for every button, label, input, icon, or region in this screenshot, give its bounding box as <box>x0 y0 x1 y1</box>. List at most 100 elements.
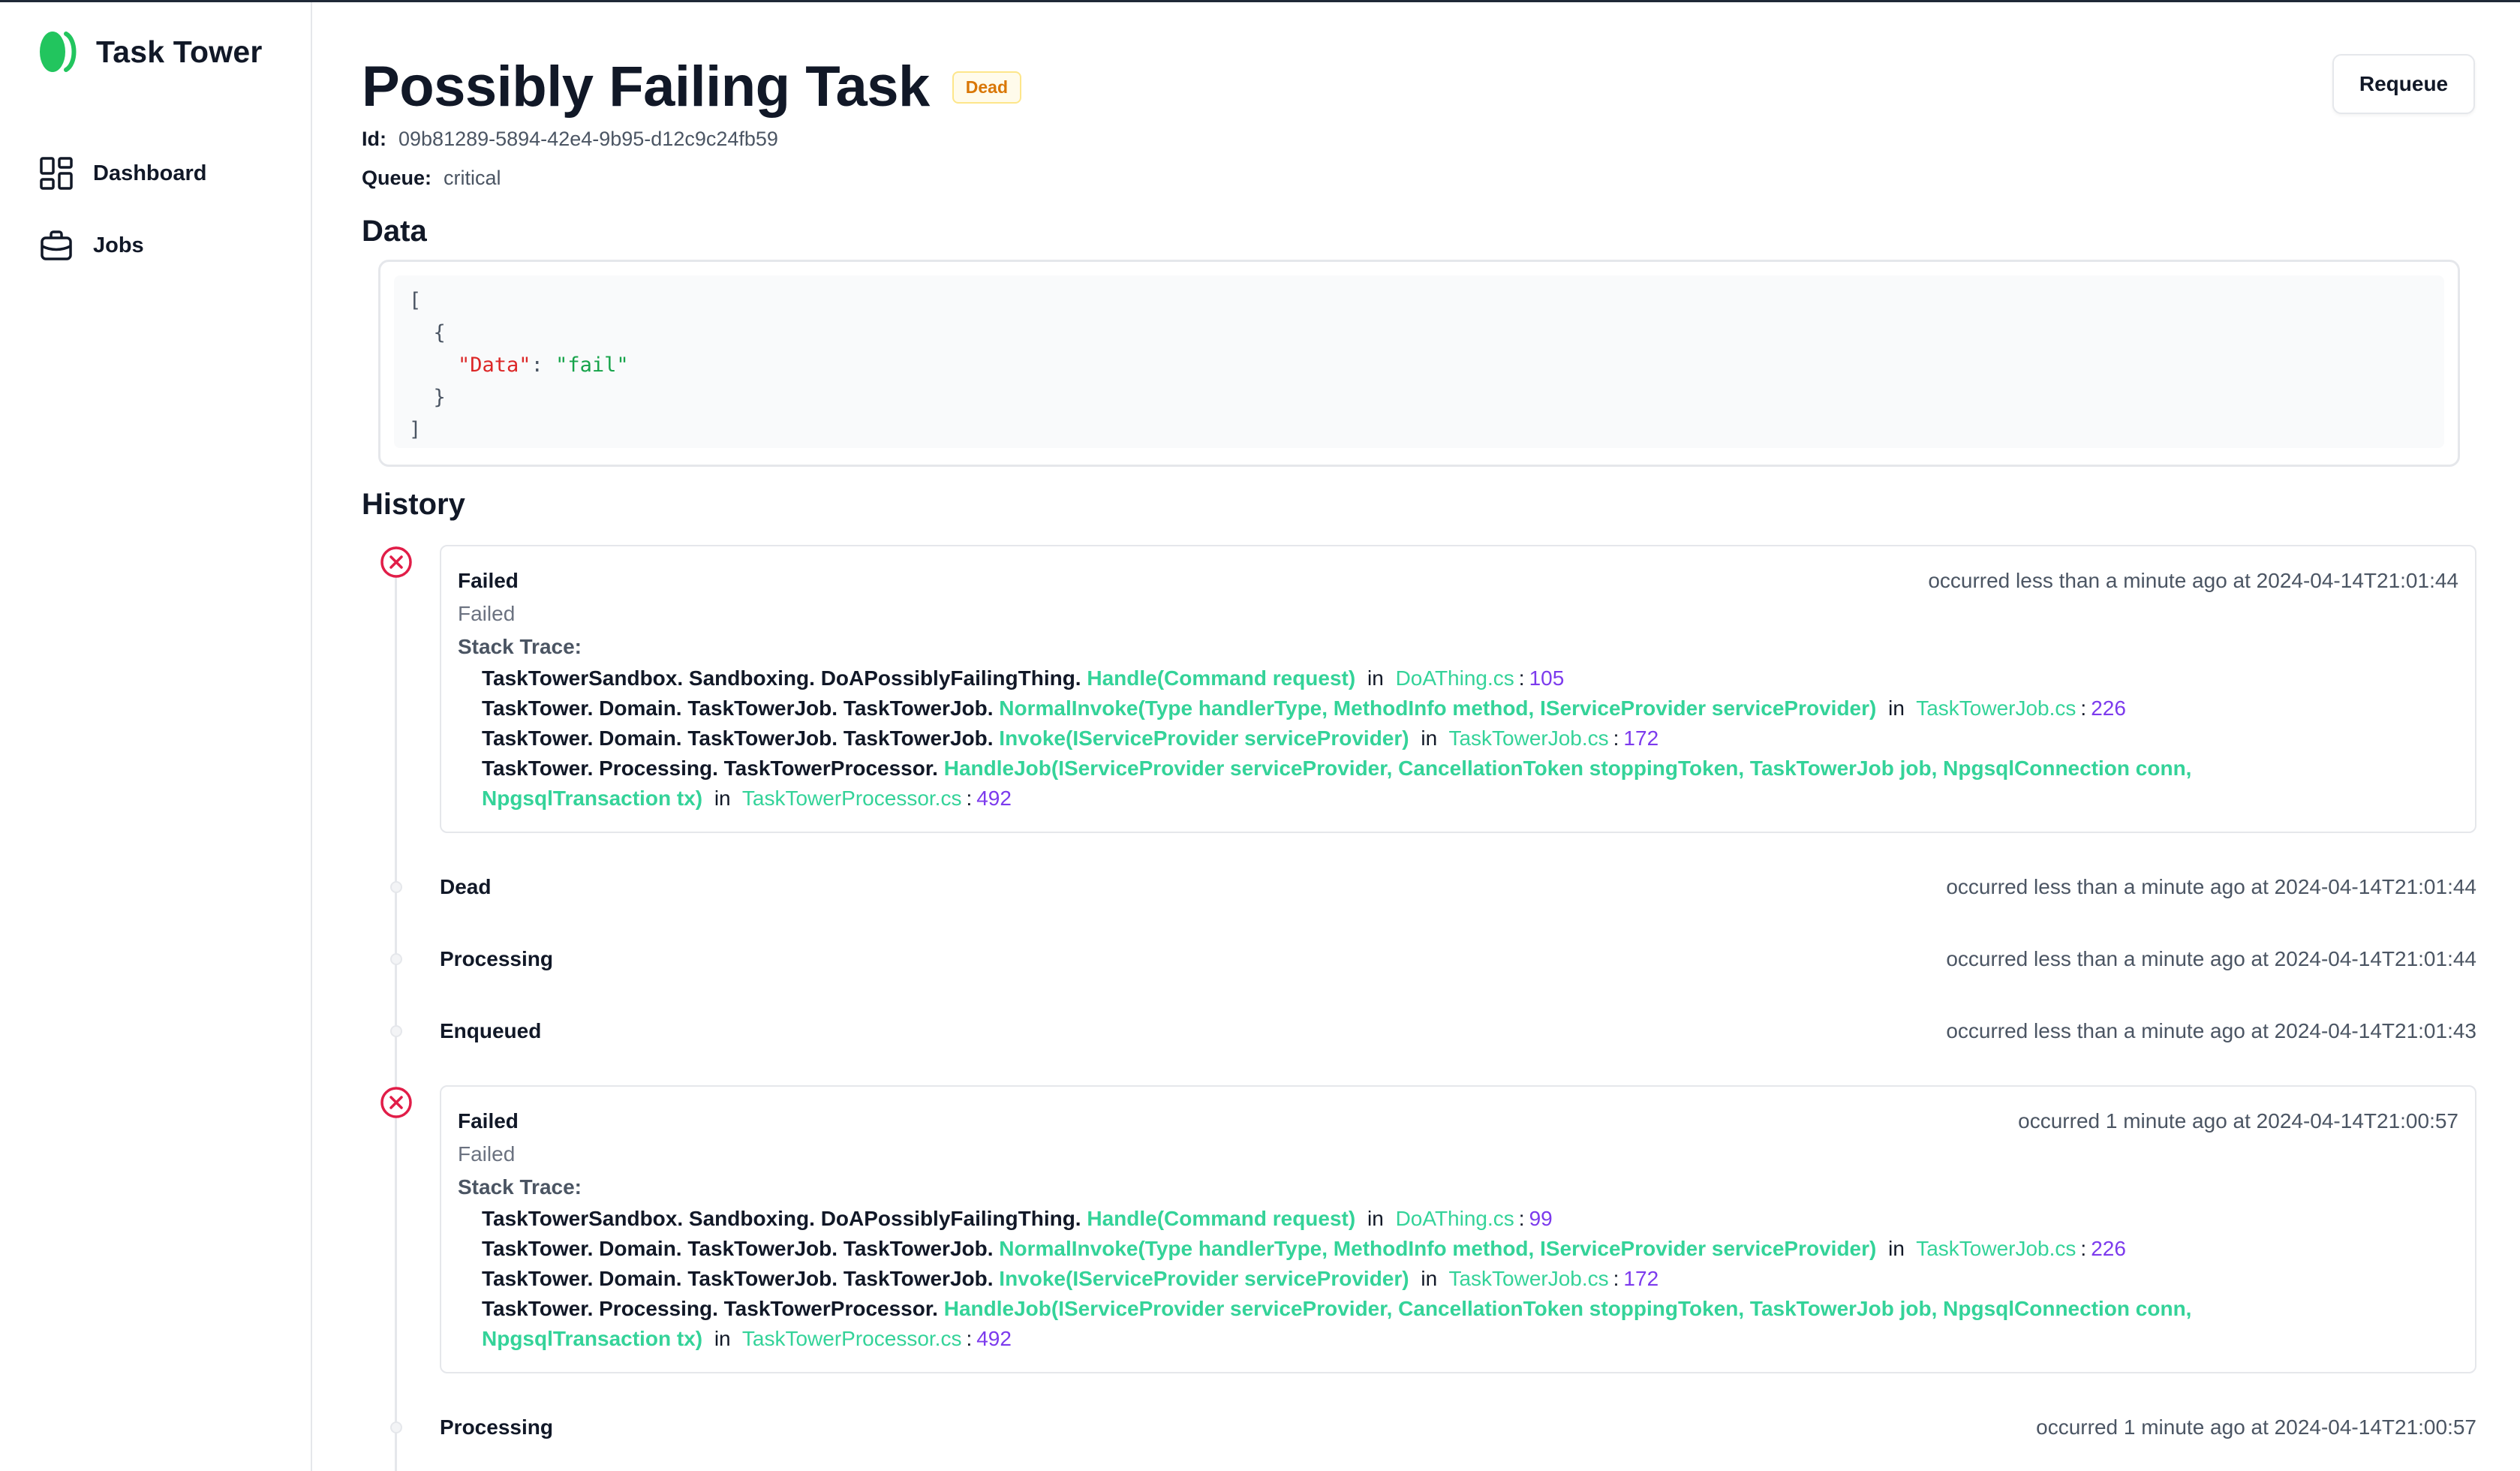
frame-file: TaskTowerProcessor.cs <box>741 1327 962 1350</box>
frame-namespace: TaskTowerSandbox. Sandboxing. DoAPossibl… <box>482 666 1081 690</box>
stack-frame: TaskTower. Domain. TaskTowerJob. TaskTow… <box>482 726 1659 750</box>
frame-file: TaskTowerJob.cs <box>1916 1237 2076 1260</box>
task-queue-row: Queue: critical <box>362 167 501 190</box>
frame-method: Invoke(IServiceProvider serviceProvider) <box>999 1267 1409 1290</box>
frame-method: HandleJob(IServiceProvider serviceProvid… <box>943 1297 2192 1320</box>
requeue-button[interactable]: Requeue <box>2332 54 2475 114</box>
status-badge: Dead <box>952 71 1022 104</box>
task-queue-value: critical <box>444 167 501 189</box>
json-value: "fail" <box>555 353 629 377</box>
brand-name: Task Tower <box>96 34 263 69</box>
frame-file: TaskTowerProcessor.cs <box>741 787 962 810</box>
frame-method-continued: NpgsqlTransaction tx) <box>482 787 703 810</box>
frame-in: in <box>1888 696 1905 720</box>
timeline-dot <box>390 953 402 965</box>
frame-namespace: TaskTower. Domain. TaskTowerJob. TaskTow… <box>482 1267 994 1290</box>
failed-x-icon <box>380 546 412 578</box>
frame-method: HandleJob(IServiceProvider serviceProvid… <box>943 757 2192 780</box>
event-timestamp: occurred less than a minute ago at 2024-… <box>1946 1019 2476 1042</box>
brand[interactable]: Task Tower <box>33 28 263 76</box>
timeline-dot <box>390 1025 402 1037</box>
stack-frame-continued: NpgsqlTransaction tx) in TaskTowerProces… <box>482 1327 1012 1350</box>
task-queue-label: Queue: <box>362 167 432 189</box>
frame-file: DoAThing.cs <box>1395 1207 1514 1230</box>
history-timeline-line <box>395 546 397 1471</box>
sidebar: Task Tower Dashboard Jobs <box>0 2 312 1471</box>
frame-line: 105 <box>1529 666 1565 690</box>
frame-method: NormalInvoke(Type handlerType, MethodInf… <box>999 696 1877 720</box>
frame-in: in <box>1367 1207 1384 1230</box>
title-row: Possibly Failing Task Dead <box>362 54 1022 120</box>
briefcase-icon <box>41 230 72 260</box>
frame-line: 226 <box>2091 696 2126 720</box>
event-title: Dead <box>440 875 492 898</box>
timeline-dot <box>390 1421 402 1433</box>
frame-namespace: TaskTower. Processing. TaskTowerProcesso… <box>482 1297 938 1320</box>
frame-namespace: TaskTower. Processing. TaskTowerProcesso… <box>482 757 938 780</box>
task-id-value: 09b81289-5894-42e4-9b95-d12c9c24fb59 <box>398 128 778 150</box>
sidebar-item-label: Jobs <box>93 233 144 257</box>
history-event-dead: Dead occurred less than a minute ago at … <box>440 871 2476 904</box>
history-event-processing: Processing occurred 1 minute ago at 2024… <box>440 1411 2476 1444</box>
event-timestamp: occurred less than a minute ago at 2024-… <box>1928 569 2458 592</box>
stack-frame: TaskTowerSandbox. Sandboxing. DoAPossibl… <box>482 1207 1553 1230</box>
dashboard-grid-icon <box>40 157 73 190</box>
stack-trace: TaskTowerSandbox. Sandboxing. DoAPossibl… <box>458 663 2458 814</box>
history-event-failed: Failed occurred 1 minute ago at 2024-04-… <box>440 1085 2476 1373</box>
data-json-code: [ { "Data": "fail" } ] <box>394 275 2444 448</box>
event-message: Failed <box>458 1142 516 1166</box>
stack-trace: TaskTowerSandbox. Sandboxing. DoAPossibl… <box>458 1204 2458 1354</box>
history-event-failed: Failed occurred less than a minute ago a… <box>440 545 2476 833</box>
frame-method: Invoke(IServiceProvider serviceProvider) <box>999 726 1409 750</box>
stack-trace-label: Stack Trace: <box>458 635 582 658</box>
history-heading: History <box>362 488 465 521</box>
stack-frame: TaskTower. Domain. TaskTowerJob. TaskTow… <box>482 696 2126 720</box>
data-heading: Data <box>362 215 427 248</box>
history-event-enqueued: Enqueued occurred less than a minute ago… <box>440 1015 2476 1048</box>
event-title: Processing <box>440 947 553 970</box>
frame-line: 172 <box>1623 726 1659 750</box>
task-tower-logo-icon <box>40 32 77 72</box>
data-json-viewer[interactable]: [ { "Data": "fail" } ] <box>378 260 2460 467</box>
stack-trace-label: Stack Trace: <box>458 1175 582 1199</box>
frame-namespace: TaskTower. Domain. TaskTowerJob. TaskTow… <box>482 1237 994 1260</box>
stack-frame: TaskTower. Processing. TaskTowerProcesso… <box>482 1294 2458 1324</box>
frame-in: in <box>1367 666 1384 690</box>
stack-frame-continued: NpgsqlTransaction tx) in TaskTowerProces… <box>482 787 1012 810</box>
frame-file: TaskTowerJob.cs <box>1916 696 2076 720</box>
sidebar-item-label: Dashboard <box>93 161 207 185</box>
frame-in: in <box>714 787 731 810</box>
frame-in: in <box>1421 1267 1438 1290</box>
frame-line: 99 <box>1529 1207 1553 1230</box>
frame-file: TaskTowerJob.cs <box>1448 726 1609 750</box>
stack-frame: TaskTower. Domain. TaskTowerJob. TaskTow… <box>482 1237 2126 1260</box>
event-timestamp: occurred less than a minute ago at 2024-… <box>1946 875 2476 898</box>
frame-line: 226 <box>2091 1237 2126 1260</box>
frame-namespace: TaskTower. Domain. TaskTowerJob. TaskTow… <box>482 726 994 750</box>
event-timestamp: occurred 1 minute ago at 2024-04-14T21:0… <box>2018 1109 2458 1133</box>
task-id-label: Id: <box>362 128 386 150</box>
frame-file: TaskTowerJob.cs <box>1448 1267 1609 1290</box>
event-timestamp: occurred less than a minute ago at 2024-… <box>1946 947 2476 970</box>
frame-file: DoAThing.cs <box>1395 666 1514 690</box>
frame-method: Handle(Command request) <box>1087 1207 1356 1230</box>
frame-namespace: TaskTowerSandbox. Sandboxing. DoAPossibl… <box>482 1207 1081 1230</box>
frame-method-continued: NpgsqlTransaction tx) <box>482 1327 703 1350</box>
top-border <box>0 0 2520 2</box>
event-message: Failed <box>458 602 516 625</box>
stack-frame: TaskTower. Processing. TaskTowerProcesso… <box>482 754 2458 784</box>
sidebar-item-dashboard[interactable]: Dashboard <box>39 137 206 209</box>
timeline-dot <box>390 881 402 893</box>
frame-line: 492 <box>976 1327 1012 1350</box>
history-event-processing: Processing occurred less than a minute a… <box>440 943 2476 976</box>
event-title: Processing <box>440 1415 553 1439</box>
frame-line: 492 <box>976 787 1012 810</box>
task-id-row: Id: 09b81289-5894-42e4-9b95-d12c9c24fb59 <box>362 128 778 151</box>
frame-method: Handle(Command request) <box>1087 666 1356 690</box>
sidebar-item-jobs[interactable]: Jobs <box>39 209 206 281</box>
failed-x-icon <box>380 1087 412 1118</box>
frame-in: in <box>714 1327 731 1350</box>
frame-line: 172 <box>1623 1267 1659 1290</box>
json-key: "Data" <box>458 353 531 377</box>
stack-frame: TaskTower. Domain. TaskTowerJob. TaskTow… <box>482 1267 1659 1290</box>
